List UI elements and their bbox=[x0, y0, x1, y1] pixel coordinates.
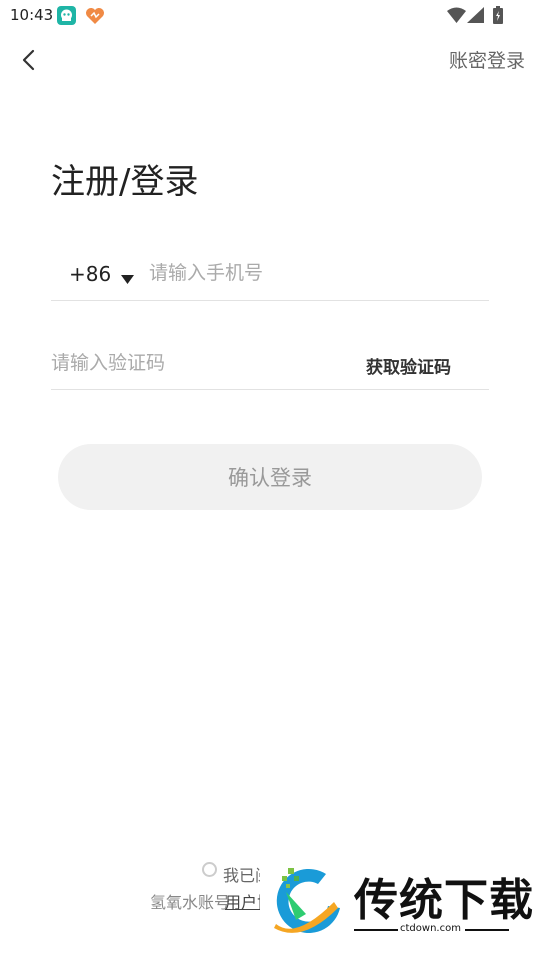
country-code-selector[interactable]: +86 bbox=[69, 262, 111, 286]
watermark: 传统下载 ctdown.com bbox=[262, 860, 540, 940]
agreement-area: 我已阅 氢氧水账号 用户协 bbox=[150, 860, 270, 916]
verification-code-input[interactable] bbox=[51, 344, 351, 382]
status-time: 10:43 bbox=[10, 6, 54, 24]
app-notification-icon bbox=[57, 6, 76, 25]
confirm-login-button[interactable]: 确认登录 bbox=[58, 444, 482, 510]
watermark-url: ctdown.com bbox=[400, 923, 461, 934]
watermark-divider bbox=[465, 929, 509, 931]
password-login-link[interactable]: 账密登录 bbox=[449, 46, 525, 73]
code-row: 获取验证码 bbox=[51, 340, 489, 390]
watermark-divider bbox=[354, 929, 398, 931]
chevron-left-icon bbox=[22, 49, 35, 71]
user-agreement-link[interactable]: 用户协 bbox=[225, 889, 260, 913]
back-button[interactable] bbox=[14, 44, 46, 76]
battery-icon bbox=[493, 6, 503, 28]
get-code-button[interactable]: 获取验证码 bbox=[366, 353, 451, 378]
account-text: 氢氧水账号 bbox=[150, 893, 231, 912]
status-bar: 10:43 bbox=[0, 0, 540, 32]
agree-radio[interactable] bbox=[202, 862, 217, 877]
watermark-name: 传统下载 bbox=[354, 875, 534, 926]
page-title: 注册/登录 bbox=[51, 162, 199, 202]
wifi-icon bbox=[447, 7, 466, 27]
phone-row: +86 bbox=[51, 250, 489, 301]
watermark-logo-icon bbox=[266, 862, 346, 942]
heart-app-icon bbox=[85, 7, 105, 25]
triangle-down-icon[interactable] bbox=[121, 269, 134, 288]
agree-text: 我已阅 bbox=[223, 866, 260, 885]
signal-icon bbox=[467, 7, 484, 27]
phone-input[interactable] bbox=[149, 254, 479, 292]
